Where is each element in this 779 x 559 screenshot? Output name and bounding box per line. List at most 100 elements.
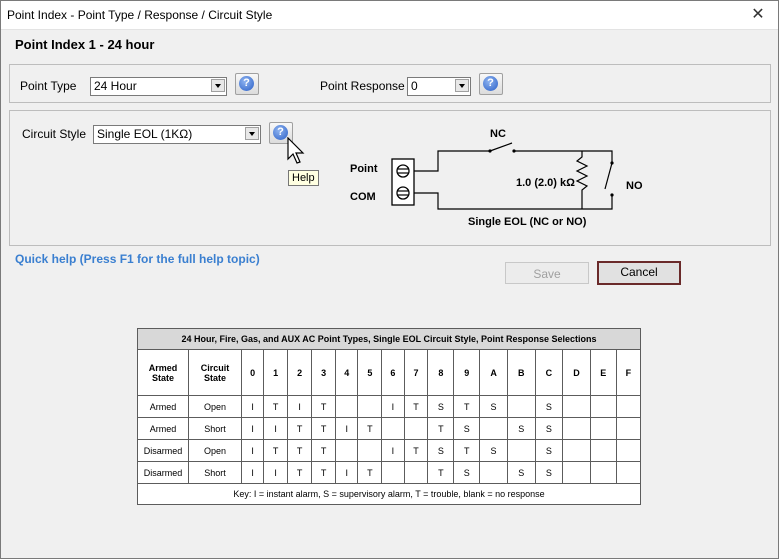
cancel-button[interactable]: Cancel — [597, 261, 681, 285]
table-cell: T — [427, 417, 455, 440]
table-cell: S — [506, 461, 536, 484]
table-cell: Disarmed — [137, 439, 189, 462]
table-cell: I — [240, 461, 265, 484]
mouse-cursor-icon — [287, 137, 305, 164]
table-cell: Short — [188, 417, 242, 440]
table-cell: S — [534, 417, 564, 440]
table-cell — [357, 439, 383, 462]
title-bar: Point Index - Point Type / Response / Ci… — [1, 1, 778, 30]
table-cell — [615, 439, 642, 462]
page-title: Point Index 1 - 24 hour — [15, 37, 155, 52]
close-icon[interactable]: ✕ — [742, 3, 774, 27]
point-response-help-button[interactable]: ? — [479, 73, 503, 95]
table-cell — [381, 461, 405, 484]
table-cell: T — [453, 439, 481, 462]
circuit-style-label: Circuit Style — [22, 127, 87, 141]
table-cell — [506, 439, 536, 462]
table-cell — [357, 395, 383, 418]
table-cell — [479, 417, 508, 440]
no-label: NO — [626, 180, 643, 192]
table-cell: T — [311, 439, 337, 462]
table-header: Circuit State — [188, 349, 242, 396]
table-header: A — [479, 349, 508, 396]
point-type-select[interactable]: 24 Hour — [90, 77, 227, 96]
resistor-value-label: 1.0 (2.0) kΩ — [516, 177, 575, 189]
table-header: 1 — [263, 349, 289, 396]
table-header: Armed State — [137, 349, 189, 396]
circuit-style-select[interactable]: Single EOL (1KΩ) — [93, 125, 261, 144]
table-header: 2 — [287, 349, 313, 396]
table-row: Disarmed Open I T T T I T S T S S — [137, 439, 642, 462]
table-cell: Open — [188, 395, 242, 418]
nc-switch — [489, 142, 513, 152]
save-button[interactable]: Save — [505, 262, 589, 284]
table-cell — [479, 461, 508, 484]
table-cell: T — [427, 461, 455, 484]
quick-help-link[interactable]: Quick help (Press F1 for the full help t… — [15, 252, 260, 266]
dialog-window: Point Index - Point Type / Response / Ci… — [0, 0, 779, 559]
table-key: Key: I = instant alarm, S = supervisory … — [137, 483, 641, 505]
help-icon: ? — [273, 125, 288, 140]
point-response-label: Point Response — [320, 79, 405, 93]
table-cell — [589, 439, 617, 462]
table-header: 9 — [453, 349, 481, 396]
table-cell: I — [240, 395, 265, 418]
table-cell — [562, 461, 591, 484]
table-cell: Disarmed — [137, 461, 189, 484]
table-cell: S — [453, 417, 481, 440]
point-response-value: 0 — [411, 79, 418, 93]
nc-label: NC — [490, 128, 506, 140]
terminal-screw-icon — [396, 164, 410, 178]
table-header: 8 — [427, 349, 455, 396]
table-header: D — [562, 349, 591, 396]
table-cell: I — [381, 395, 405, 418]
point-terminal-label: Point — [350, 163, 378, 175]
table-header: 5 — [357, 349, 383, 396]
table-header: F — [615, 349, 642, 396]
dropdown-arrow-icon[interactable] — [245, 127, 259, 140]
table-cell: S — [506, 417, 536, 440]
table-cell: S — [534, 461, 564, 484]
table-cell: S — [479, 439, 508, 462]
dropdown-arrow-icon[interactable] — [211, 79, 225, 92]
point-settings-group: Point Type 24 Hour ? Point Response 0 ? — [9, 64, 771, 103]
table-cell: Short — [188, 461, 242, 484]
circuit-style-value: Single EOL (1KΩ) — [97, 127, 193, 141]
eol-resistor — [575, 151, 589, 209]
table-cell: I — [335, 461, 359, 484]
table-cell: S — [427, 439, 455, 462]
table-cell: S — [453, 461, 481, 484]
point-type-value: 24 Hour — [94, 79, 137, 93]
diagram-caption: Single EOL (NC or NO) — [468, 216, 587, 228]
table-cell: Open — [188, 439, 242, 462]
table-cell — [403, 417, 429, 440]
point-type-label: Point Type — [20, 79, 77, 93]
table-cell — [615, 417, 642, 440]
table-cell — [562, 439, 591, 462]
table-cell — [381, 417, 405, 440]
dropdown-arrow-icon[interactable] — [455, 79, 469, 92]
circuit-style-group: Circuit Style Single EOL (1KΩ) ? Point C… — [9, 110, 771, 246]
table-header: 0 — [240, 349, 265, 396]
table-cell: I — [381, 439, 405, 462]
table-cell: T — [287, 417, 313, 440]
table-cell — [403, 461, 429, 484]
table-cell: I — [240, 417, 265, 440]
table-cell: T — [357, 417, 383, 440]
table-cell — [506, 395, 536, 418]
table-cell — [615, 461, 642, 484]
table-cell: T — [453, 395, 481, 418]
table-cell — [589, 461, 617, 484]
table-cell: Armed — [137, 417, 189, 440]
table-cell: T — [263, 439, 289, 462]
table-cell — [589, 417, 617, 440]
table-cell: I — [263, 461, 289, 484]
help-icon: ? — [239, 76, 254, 91]
table-cell — [615, 395, 642, 418]
table-header: 3 — [311, 349, 337, 396]
point-response-select[interactable]: 0 — [407, 77, 471, 96]
table-cell: I — [263, 417, 289, 440]
table-header: B — [506, 349, 536, 396]
point-type-help-button[interactable]: ? — [235, 73, 259, 95]
table-cell: S — [534, 439, 564, 462]
